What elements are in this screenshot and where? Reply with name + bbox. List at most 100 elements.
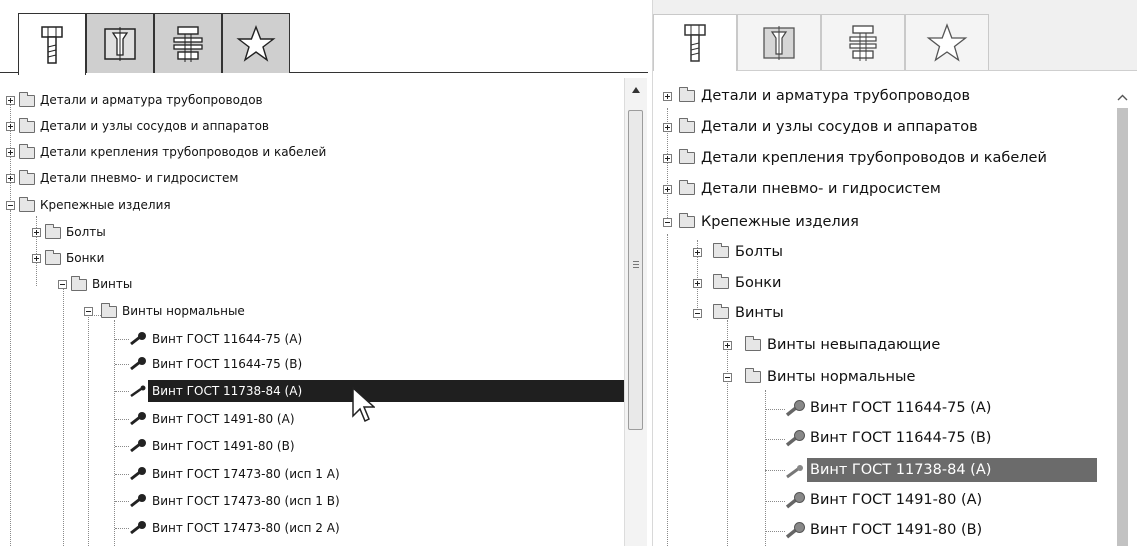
screw-icon — [130, 494, 146, 508]
tab-fasteners[interactable] — [18, 13, 86, 75]
folder-icon — [19, 92, 35, 107]
scroll-up-arrow-icon[interactable] — [631, 86, 641, 94]
screw-icon — [785, 430, 805, 447]
tree-node-fasteners[interactable]: Крепежные изделия — [0, 195, 620, 215]
tree-leaf-screw[interactable]: Винт ГОСТ 1491-80 (А) — [0, 409, 620, 429]
scroll-up-arrow-icon[interactable] — [1117, 94, 1128, 101]
bolt-nut-assembly-icon — [173, 25, 203, 62]
tree-node-pipeline-parts[interactable]: Детали и арматура трубопроводов — [653, 86, 1103, 106]
folder-icon — [745, 336, 761, 351]
expand-icon[interactable] — [663, 92, 672, 101]
vertical-scrollbar[interactable] — [624, 78, 647, 546]
folder-icon — [71, 276, 87, 291]
collapse-icon[interactable] — [58, 280, 67, 289]
tree-node-bolts[interactable]: Болты — [0, 222, 620, 242]
tab-drawings[interactable] — [737, 14, 821, 70]
tree-guide-line — [88, 315, 89, 546]
tree-node-captive-screws[interactable]: Винты невыпадающие — [653, 335, 1103, 355]
tree-node-vessel-parts[interactable]: Детали и узлы сосудов и аппаратов — [0, 116, 620, 136]
folder-icon — [101, 303, 117, 318]
expand-icon[interactable] — [6, 174, 15, 183]
tree-node-bolts[interactable]: Болты — [653, 242, 1103, 262]
folder-icon — [713, 274, 729, 289]
screw-icon — [130, 412, 146, 426]
screw-icon — [130, 385, 146, 398]
tree-leaf-screw[interactable]: Винт ГОСТ 1491-80 (В) — [0, 436, 620, 456]
screw-icon — [130, 521, 146, 535]
tree-node-screws[interactable]: Винты — [653, 303, 1103, 323]
tree-node-pipe-fastening[interactable]: Детали крепления трубопроводов и кабелей — [653, 148, 1103, 168]
screw-icon — [786, 465, 803, 479]
collapse-icon[interactable] — [6, 201, 15, 210]
folder-icon — [679, 149, 695, 164]
tree-leaf-screw[interactable]: Винт ГОСТ 11644-75 (А) — [0, 329, 620, 349]
tab-favorites[interactable] — [905, 14, 989, 70]
screw-icon — [130, 439, 146, 453]
screw-icon — [785, 522, 805, 539]
expand-icon[interactable] — [663, 123, 672, 132]
expand-icon[interactable] — [723, 341, 732, 350]
tree-leaf-screw[interactable]: Винт ГОСТ 11644-75 (В) — [0, 354, 620, 374]
tree-node-vessel-parts[interactable]: Детали и узлы сосудов и аппаратов — [653, 117, 1103, 137]
folder-icon — [679, 118, 695, 133]
folder-icon — [679, 87, 695, 102]
folder-icon — [679, 180, 695, 195]
folder-icon — [19, 118, 35, 133]
tab-favorites[interactable] — [222, 13, 290, 73]
folder-icon — [713, 304, 729, 319]
screw-icon — [785, 400, 805, 417]
expand-icon[interactable] — [32, 228, 41, 237]
tree-leaf-screw[interactable]: Винт ГОСТ 11644-75 (А) — [653, 398, 1103, 418]
expand-icon[interactable] — [6, 96, 15, 105]
folder-icon — [679, 213, 695, 228]
tree-leaf-screw-selected[interactable]: Винт ГОСТ 11738-84 (А) — [0, 381, 620, 401]
scrollbar-grip-icon — [633, 261, 639, 269]
tree-leaf-screw[interactable]: Винт ГОСТ 1491-80 (В) — [653, 520, 1103, 540]
collapse-icon[interactable] — [723, 373, 732, 382]
scrollbar-thumb[interactable] — [1117, 108, 1128, 546]
collapse-icon[interactable] — [84, 307, 93, 316]
countersink-icon — [104, 26, 136, 61]
collapse-icon[interactable] — [693, 309, 702, 318]
collapse-icon[interactable] — [663, 218, 672, 227]
star-icon — [236, 24, 276, 62]
tree-leaf-screw-selected[interactable]: Винт ГОСТ 11738-84 (А) — [653, 460, 1103, 480]
star-icon — [926, 22, 968, 62]
expand-icon[interactable] — [32, 254, 41, 263]
countersink-icon — [763, 25, 795, 60]
expand-icon[interactable] — [693, 279, 702, 288]
tree-node-fasteners[interactable]: Крепежные изделия — [653, 212, 1103, 232]
folder-icon — [19, 170, 35, 185]
tree-leaf-screw[interactable]: Винт ГОСТ 11644-75 (В) — [653, 428, 1103, 448]
tree-node-pipeline-parts[interactable]: Детали и арматура трубопроводов — [0, 90, 620, 110]
tab-assemblies[interactable] — [821, 14, 905, 70]
expand-icon[interactable] — [6, 122, 15, 131]
tree-node-pipe-fastening[interactable]: Детали крепления трубопроводов и кабелей — [0, 142, 620, 162]
screw-icon — [785, 492, 805, 509]
folder-icon — [19, 197, 35, 212]
tree-node-bosses[interactable]: Бонки — [653, 273, 1103, 293]
expand-icon[interactable] — [6, 148, 15, 157]
tree-node-bosses[interactable]: Бонки — [0, 248, 620, 268]
tree-leaf-screw[interactable]: Винт ГОСТ 1491-80 (А) — [653, 490, 1103, 510]
tab-assemblies[interactable] — [154, 13, 222, 73]
tree-node-normal-screws[interactable]: Винты нормальные — [653, 367, 1103, 387]
screw-icon — [130, 357, 146, 371]
screw-icon — [130, 332, 146, 346]
bolt-icon — [41, 25, 63, 64]
tree-leaf-screw[interactable]: Винт ГОСТ 17473-80 (исп 2 А) — [0, 518, 620, 538]
expand-icon[interactable] — [663, 185, 672, 194]
expand-icon[interactable] — [663, 154, 672, 163]
folder-icon — [19, 144, 35, 159]
scrollbar-thumb[interactable] — [628, 110, 643, 430]
tab-fasteners[interactable] — [653, 14, 737, 71]
tree-leaf-screw[interactable]: Винт ГОСТ 17473-80 (исп 1 В) — [0, 491, 620, 511]
tree-leaf-screw[interactable]: Винт ГОСТ 17473-80 (исп 1 А) — [0, 464, 620, 484]
tree-node-pneumatic-parts[interactable]: Детали пневмо- и гидросистем — [0, 168, 620, 188]
tab-drawings[interactable] — [86, 13, 154, 73]
expand-icon[interactable] — [693, 248, 702, 257]
tree-node-screws[interactable]: Винты — [0, 274, 620, 294]
tree-node-normal-screws[interactable]: Винты нормальные — [0, 301, 620, 321]
vertical-scrollbar[interactable] — [1108, 72, 1136, 546]
tree-node-pneumatic-parts[interactable]: Детали пневмо- и гидросистем — [653, 179, 1103, 199]
